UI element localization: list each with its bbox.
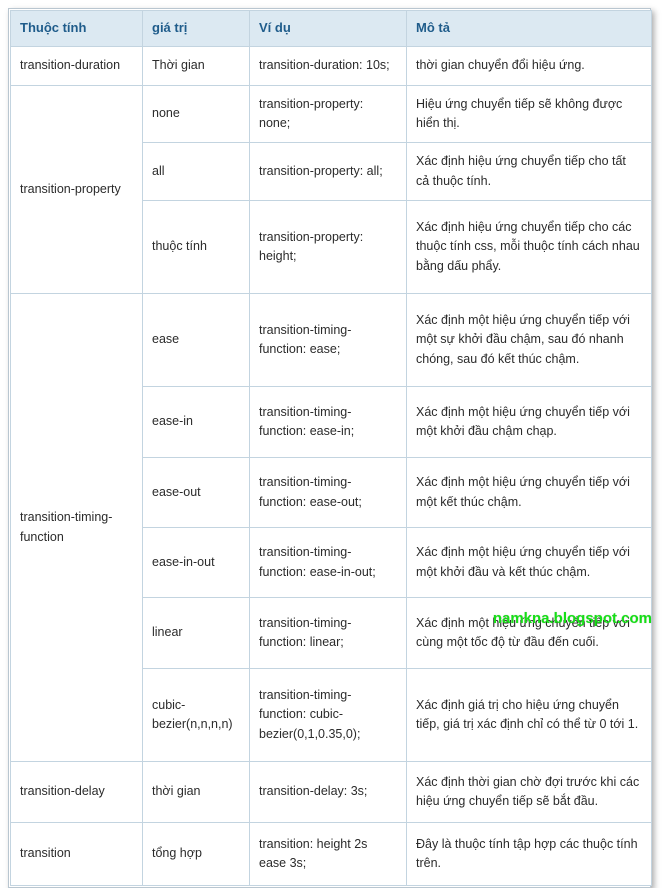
column-header-description: Mô tả	[406, 10, 652, 47]
cell-example: transition-property: none;	[249, 85, 407, 143]
cell-property: transition-timing-function	[10, 293, 143, 762]
cell-description: Đây là thuộc tính tập hợp các thuộc tính…	[406, 822, 652, 886]
cell-description: Xác định thời gian chờ đợi trước khi các…	[406, 761, 652, 823]
table-row: transition tổng hợp transition: height 2…	[10, 822, 652, 886]
cell-example: transition-duration: 10s;	[249, 46, 407, 86]
cell-property: transition-property	[10, 85, 143, 294]
cell-example: transition-property: all;	[249, 142, 407, 201]
cell-value: thời gian	[142, 761, 250, 823]
cell-value: ease-in-out	[142, 527, 250, 598]
column-header-value: giá trị	[142, 10, 250, 47]
cell-value: all	[142, 142, 250, 201]
cell-property: transition	[10, 822, 143, 886]
cell-property: transition-duration	[10, 46, 143, 86]
cell-value: cubic-bezier(n,n,n,n)	[142, 668, 250, 762]
table-body: transition-duration Thời gian transition…	[10, 46, 652, 886]
css-transition-reference-table-frame: Thuộc tính giá trị Ví dụ Mô tả transitio…	[8, 8, 652, 888]
cell-description: Xác định hiệu ứng chuyển tiếp cho tất cả…	[406, 142, 652, 201]
cell-description: thời gian chuyển đổi hiệu ứng.	[406, 46, 652, 86]
cell-example: transition-timing-function: ease-out;	[249, 457, 407, 528]
cell-description: Hiệu ứng chuyển tiếp sẽ không được hiển …	[406, 85, 652, 143]
cell-example: transition-timing-function: ease;	[249, 293, 407, 387]
table-row: transition-duration Thời gian transition…	[10, 46, 652, 86]
cell-example: transition-delay: 3s;	[249, 761, 407, 823]
cell-description: Xác định một hiệu ứng chuyển tiếp với cù…	[406, 597, 652, 669]
table-header: Thuộc tính giá trị Ví dụ Mô tả	[10, 10, 652, 47]
cell-example: transition-timing-function: ease-in-out;	[249, 527, 407, 598]
css-transition-properties-table: Thuộc tính giá trị Ví dụ Mô tả transitio…	[10, 10, 652, 886]
table-header-row: Thuộc tính giá trị Ví dụ Mô tả	[10, 10, 652, 47]
cell-property: transition-delay	[10, 761, 143, 823]
cell-value: Thời gian	[142, 46, 250, 86]
cell-value: ease-in	[142, 386, 250, 458]
cell-value: thuộc tính	[142, 200, 250, 294]
cell-value: linear	[142, 597, 250, 669]
column-header-example: Ví dụ	[249, 10, 407, 47]
column-header-property: Thuộc tính	[10, 10, 143, 47]
cell-example: transition-timing-function: linear;	[249, 597, 407, 669]
cell-example: transition-timing-function: ease-in;	[249, 386, 407, 458]
site-watermark: namkna.blogspot.com	[492, 610, 652, 627]
cell-description: Xác định một hiệu ứng chuyển tiếp với mộ…	[406, 527, 652, 598]
table-row: transition-timing-function ease transiti…	[10, 293, 652, 762]
table-row: transition-property none transition-prop…	[10, 85, 652, 294]
cell-example: transition-property: height;	[249, 200, 407, 294]
cell-description: Xác định giá trị cho hiệu ứng chuyển tiế…	[406, 668, 652, 762]
cell-description: Xác định một hiệu ứng chuyển tiếp với mộ…	[406, 457, 652, 528]
cell-description: Xác định hiệu ứng chuyển tiếp cho các th…	[406, 200, 652, 294]
cell-description: Xác định một hiệu ứng chuyển tiếp với mộ…	[406, 386, 652, 458]
cell-example: transition-timing-function: cubic-bezier…	[249, 668, 407, 762]
cell-value: ease-out	[142, 457, 250, 528]
cell-value: none	[142, 85, 250, 143]
cell-value: tổng hợp	[142, 822, 250, 886]
cell-description: Xác định một hiệu ứng chuyển tiếp với mộ…	[406, 293, 652, 387]
cell-value: ease	[142, 293, 250, 387]
cell-example: transition: height 2s ease 3s;	[249, 822, 407, 886]
table-row: transition-delay thời gian transition-de…	[10, 761, 652, 823]
